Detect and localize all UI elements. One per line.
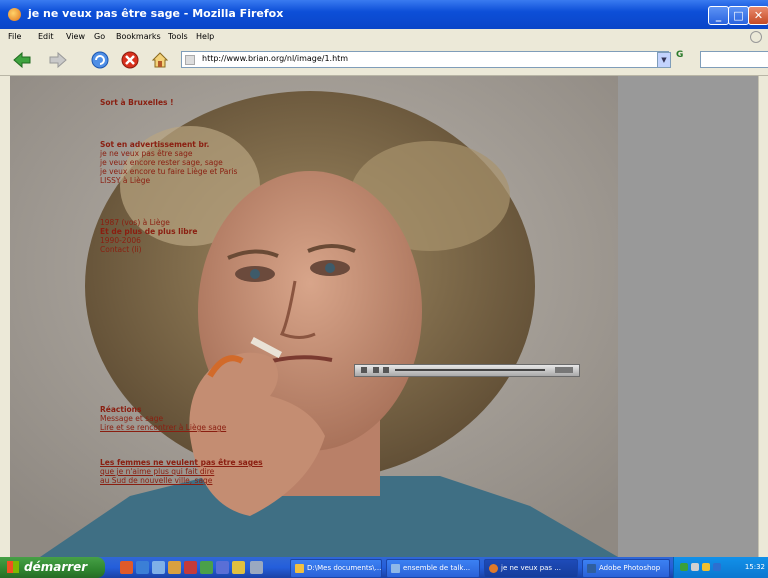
- photoshop-icon: [587, 564, 596, 573]
- overlay-line[interactable]: Sort à Bruxelles !: [100, 98, 174, 107]
- window-titlebar[interactable]: je ne veux pas être sage - Mozilla Firef…: [0, 0, 768, 29]
- quicklaunch-firefox-icon[interactable]: [120, 561, 133, 574]
- overlay-link[interactable]: Les femmes ne veulent pas être sages: [100, 458, 263, 467]
- stop-icon[interactable]: [120, 50, 140, 70]
- throbber-icon: [750, 31, 762, 43]
- overlay-line[interactable]: Sot en advertissement br.: [100, 140, 237, 149]
- overlay-line[interactable]: 1987 (vos) à Liège: [100, 218, 197, 227]
- overlay-line[interactable]: je ne veux pas être sage: [100, 149, 237, 158]
- window-title: je ne veux pas être sage - Mozilla Firef…: [28, 7, 284, 20]
- overlay-block-3: 1987 (vos) à Liège Et de plus de plus li…: [100, 218, 197, 254]
- task-label: ensemble de talk...: [403, 564, 471, 572]
- tray-security-icon[interactable]: [702, 563, 710, 571]
- firefox-icon: [489, 564, 498, 573]
- menu-go[interactable]: Go: [94, 32, 105, 41]
- volume-slider[interactable]: [555, 367, 573, 373]
- firefox-icon: [8, 8, 21, 21]
- pause-icon[interactable]: [383, 367, 389, 373]
- start-button[interactable]: démarrer: [0, 557, 105, 578]
- start-label: démarrer: [24, 560, 88, 574]
- task-label: je ne veux pas ...: [501, 564, 561, 572]
- clock: 15:32: [744, 563, 765, 571]
- tray-app-icon[interactable]: [713, 563, 721, 571]
- task-label: D:\Mes documents\...: [307, 564, 382, 572]
- home-icon[interactable]: [150, 50, 170, 70]
- task-explorer[interactable]: D:\Mes documents\...: [290, 559, 382, 578]
- quicklaunch-folder-icon[interactable]: [168, 561, 181, 574]
- quicklaunch-messenger-icon[interactable]: [232, 561, 245, 574]
- reload-icon[interactable]: [90, 50, 110, 70]
- forward-icon[interactable]: [48, 50, 68, 70]
- overlay-link[interactable]: Lire et se rencontrer à Liège sage: [100, 423, 226, 432]
- window-left-edge: [0, 76, 10, 557]
- tray-network-icon[interactable]: [680, 563, 688, 571]
- maximize-button[interactable]: □: [728, 6, 749, 25]
- minimize-button[interactable]: _: [708, 6, 729, 25]
- menu-view[interactable]: View: [66, 32, 85, 41]
- menu-edit[interactable]: Edit: [38, 32, 54, 41]
- media-player-bar[interactable]: [354, 364, 580, 377]
- overlay-line[interactable]: je veux encore rester sage, sage: [100, 158, 237, 167]
- go-button[interactable]: G: [676, 50, 694, 68]
- overlay-link[interactable]: que je n'aime plus qui fait dire: [100, 467, 263, 476]
- overlay-block-5: Les femmes ne veulent pas être sages que…: [100, 458, 263, 485]
- quicklaunch-app-icon[interactable]: [200, 561, 213, 574]
- play-icon[interactable]: [361, 367, 367, 373]
- overlay-line[interactable]: Et de plus de plus libre: [100, 227, 197, 236]
- windows-logo-icon: [7, 561, 19, 573]
- task-editor[interactable]: ensemble de talk...: [386, 559, 480, 578]
- menu-file[interactable]: File: [8, 32, 21, 41]
- close-button[interactable]: ✕: [748, 6, 768, 25]
- quicklaunch-desktop-icon[interactable]: [152, 561, 165, 574]
- overlay-line[interactable]: Réactions: [100, 405, 226, 414]
- address-dropdown-button[interactable]: ▼: [657, 52, 671, 68]
- menu-help[interactable]: Help: [196, 32, 214, 41]
- search-input[interactable]: [700, 51, 768, 68]
- menu-bar: File Edit View Go Bookmarks Tools Help: [0, 29, 768, 45]
- address-bar[interactable]: http://www.brian.org/nl/image/1.htm: [181, 51, 669, 68]
- overlay-block-1: Sort à Bruxelles !: [100, 98, 174, 107]
- task-photoshop[interactable]: Adobe Photoshop: [582, 559, 670, 578]
- vertical-scrollbar[interactable]: [758, 76, 768, 557]
- overlay-line[interactable]: LISSY à Liège: [100, 176, 237, 185]
- menu-bookmarks[interactable]: Bookmarks: [116, 32, 161, 41]
- tray-volume-icon[interactable]: [691, 563, 699, 571]
- task-firefox[interactable]: je ne veux pas ...: [484, 559, 578, 578]
- taskbar: démarrer D:\Mes documents\... ensemble d…: [0, 557, 768, 578]
- folder-icon: [295, 564, 304, 573]
- task-label: Adobe Photoshop: [599, 564, 661, 572]
- quicklaunch-ie-icon[interactable]: [136, 561, 149, 574]
- overlay-link[interactable]: au Sud de nouvelle ville, sage: [100, 476, 263, 485]
- quicklaunch-more-icon[interactable]: [250, 561, 263, 574]
- stop-playback-icon[interactable]: [373, 367, 379, 373]
- menu-tools[interactable]: Tools: [168, 32, 188, 41]
- overlay-line[interactable]: 1990-2006: [100, 236, 197, 245]
- page-favicon-icon: [185, 55, 195, 65]
- overlay-block-2: Sot en advertissement br. je ne veux pas…: [100, 140, 237, 185]
- overlay-line[interactable]: Contact (li): [100, 245, 197, 254]
- overlay-block-4: Réactions Message et sage Lire et se ren…: [100, 405, 226, 432]
- address-url: http://www.brian.org/nl/image/1.htm: [202, 54, 349, 63]
- quicklaunch-mail-icon[interactable]: [216, 561, 229, 574]
- back-icon[interactable]: [12, 50, 32, 70]
- seek-slider[interactable]: [395, 369, 545, 371]
- overlay-line[interactable]: je veux encore tu faire Liège et Paris: [100, 167, 237, 176]
- page-content: Sort à Bruxelles ! Sot en advertissement…: [10, 76, 758, 557]
- overlay-line[interactable]: Message et sage: [100, 414, 226, 423]
- system-tray: 15:32: [673, 557, 768, 578]
- document-icon: [391, 564, 400, 573]
- quicklaunch-media-icon[interactable]: [184, 561, 197, 574]
